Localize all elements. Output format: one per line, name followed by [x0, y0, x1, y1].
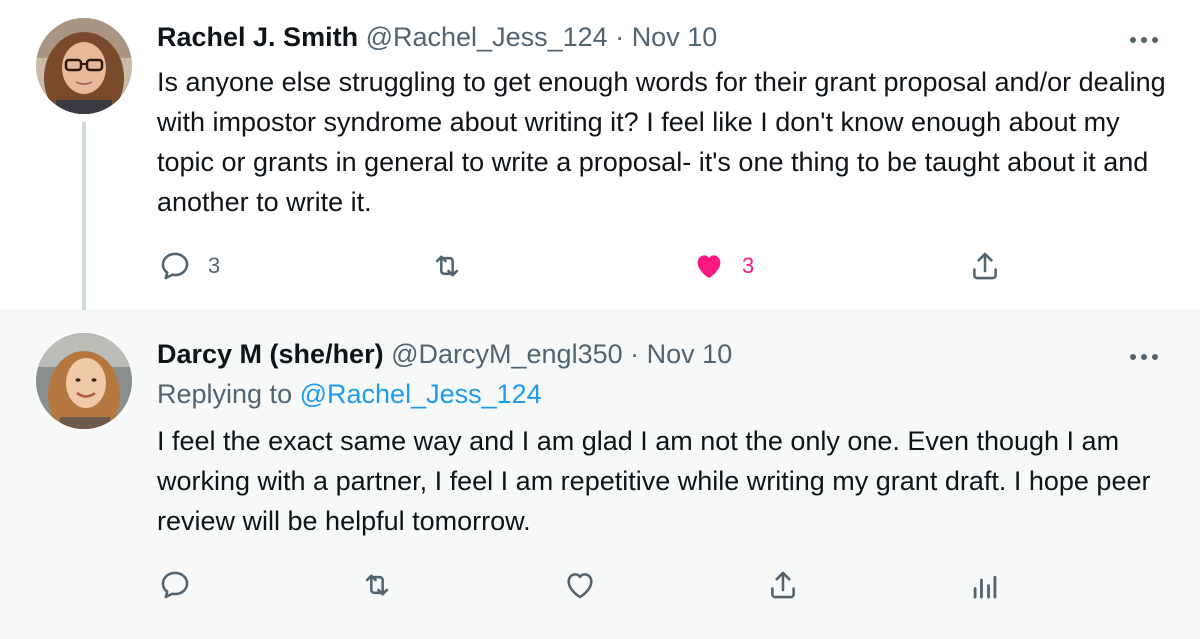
tweet-text: I feel the exact same way and I am glad …	[157, 426, 1151, 536]
retweet-icon	[435, 255, 459, 277]
replying-prefix: Replying to	[157, 379, 293, 409]
like-icon	[567, 573, 593, 599]
tweet-header: Rachel J. Smith @Rachel_Jess_124 · Nov 1…	[157, 22, 717, 53]
retweet-icon	[365, 574, 389, 596]
reply-button[interactable]: 3	[158, 246, 220, 286]
author-handle[interactable]: @Rachel_Jess_124	[366, 22, 608, 52]
author-name[interactable]: Darcy M (she/her)	[157, 339, 384, 369]
tweet-header: Darcy M (she/her) @DarcyM_engl350 · Nov …	[157, 339, 732, 370]
reply-icon	[161, 571, 189, 599]
tweet-reply[interactable]: Darcy M (she/her) @DarcyM_engl350 · Nov …	[0, 310, 1200, 639]
retweet-button[interactable]	[360, 565, 394, 605]
separator-dot: ·	[630, 339, 640, 369]
more-options-button[interactable]	[1124, 347, 1164, 367]
avatar[interactable]	[36, 18, 132, 114]
tweet-original[interactable]: Rachel J. Smith @Rachel_Jess_124 · Nov 1…	[0, 0, 1200, 322]
reply-icon	[161, 252, 189, 280]
tweet-date[interactable]: Nov 10	[647, 339, 733, 369]
separator-dot: ·	[615, 22, 625, 52]
replying-mention-link[interactable]: @Rachel_Jess_124	[300, 379, 542, 409]
avatar-image	[36, 333, 132, 429]
author-name[interactable]: Rachel J. Smith	[157, 22, 358, 52]
reply-count: 3	[208, 253, 221, 278]
analytics-icon	[973, 575, 997, 599]
tweet-date[interactable]: Nov 10	[632, 22, 718, 52]
tweet-actions: 3 3	[0, 246, 1200, 286]
more-icon	[1130, 37, 1158, 43]
share-icon	[771, 571, 795, 599]
thread-line	[82, 122, 86, 322]
share-button[interactable]	[968, 246, 1002, 286]
retweet-button[interactable]	[430, 246, 464, 286]
reply-button[interactable]	[158, 565, 192, 605]
tweet-text: Is anyone else struggling to get enough …	[157, 67, 1166, 217]
like-icon	[697, 255, 721, 279]
like-count: 3	[742, 253, 755, 278]
author-handle[interactable]: @DarcyM_engl350	[391, 339, 623, 369]
tweet-actions	[0, 565, 1200, 605]
avatar[interactable]	[36, 333, 132, 429]
replying-to: Replying to @Rachel_Jess_124	[157, 379, 542, 410]
avatar-image	[36, 18, 132, 114]
analytics-button[interactable]	[968, 565, 1002, 605]
like-button[interactable]	[563, 565, 597, 605]
like-button[interactable]: 3	[692, 246, 754, 286]
share-button[interactable]	[766, 565, 800, 605]
more-options-button[interactable]	[1124, 30, 1164, 50]
more-icon	[1130, 354, 1158, 360]
share-icon	[973, 252, 997, 280]
